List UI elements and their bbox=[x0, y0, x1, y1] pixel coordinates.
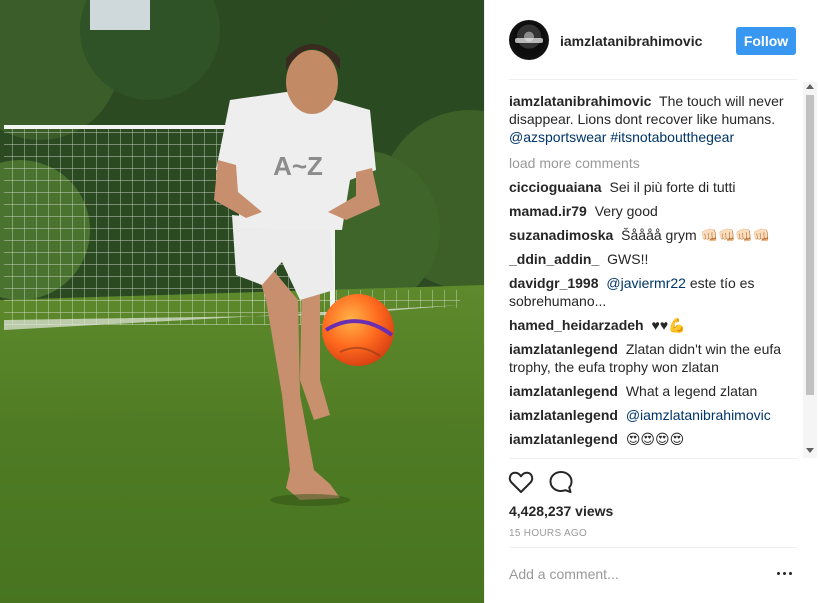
comment-text: ♥♥💪 bbox=[651, 317, 686, 333]
comment-item: iamzlatanlegend What a legend zlatan bbox=[509, 382, 797, 400]
speech-bubble-icon[interactable] bbox=[547, 468, 575, 496]
heart-icon[interactable] bbox=[507, 468, 535, 496]
scrollbar-thumb[interactable] bbox=[806, 95, 814, 395]
comment-text: What a legend zlatan bbox=[625, 383, 758, 399]
follow-button[interactable]: Follow bbox=[736, 27, 796, 55]
comments-list: iamzlatanibrahimovic The touch will neve… bbox=[509, 92, 797, 458]
comment-text: Šåååå grym 👊🏻👊🏻👊🏻👊🏻 bbox=[621, 227, 771, 243]
comment-item: hamed_heidarzadeh ♥♥💪 bbox=[509, 316, 797, 334]
comment-mention[interactable]: @iamzlatanibrahimovic bbox=[626, 407, 771, 423]
scroll-up-arrow-icon[interactable] bbox=[806, 84, 814, 89]
comment-mention[interactable]: @javiermr22 bbox=[606, 275, 686, 291]
ellipsis-icon[interactable] bbox=[775, 566, 795, 582]
scroll-down-arrow-icon[interactable] bbox=[806, 448, 814, 453]
load-more-comments-link[interactable]: load more comments bbox=[509, 154, 797, 172]
comment-item: davidgr_1998 @javiermr22 este tío es sob… bbox=[509, 274, 797, 310]
comment-username[interactable]: iamzlatanlegend bbox=[509, 383, 618, 399]
comment-text: Sei il più forte di tutti bbox=[609, 179, 736, 195]
comment-username[interactable]: iamzlatanlegend bbox=[509, 341, 618, 357]
post-video[interactable]: A~Z bbox=[0, 0, 484, 603]
comment-text: Very good bbox=[594, 203, 658, 219]
comment-item: iamzlatanlegend Zlatan didn't win the eu… bbox=[509, 340, 797, 376]
actions-divider bbox=[509, 458, 797, 459]
comment-item: ciccioguaiana Sei il più forte di tutti bbox=[509, 178, 797, 196]
comment-text: GWS!! bbox=[607, 251, 649, 267]
video-frame: A~Z bbox=[0, 0, 484, 603]
avatar[interactable] bbox=[509, 20, 549, 60]
comment-username[interactable]: davidgr_1998 bbox=[509, 275, 599, 291]
comment-item: suzanadimoska Šåååå grym 👊🏻👊🏻👊🏻👊🏻 bbox=[509, 226, 797, 244]
comment-item: _ddin_addin_ GWS!! bbox=[509, 250, 797, 268]
comment-username[interactable]: iamzlatanlegend bbox=[509, 431, 618, 447]
post-header: iamzlatanibrahimovic Follow bbox=[485, 0, 818, 80]
add-comment-input[interactable] bbox=[509, 562, 759, 586]
shirt-text: A~Z bbox=[273, 151, 323, 181]
post-timestamp[interactable]: 15 HOURS AGO bbox=[509, 528, 587, 539]
comment-username[interactable]: iamzlatanlegend bbox=[509, 407, 618, 423]
comment-item: iamzlatanlegend @iamzlatanibrahimovic bbox=[509, 406, 797, 424]
caption-username[interactable]: iamzlatanibrahimovic bbox=[509, 93, 651, 109]
post-caption: iamzlatanibrahimovic The touch will neve… bbox=[509, 92, 797, 146]
views-count: 4,428,237 views bbox=[509, 503, 614, 519]
header-username[interactable]: iamzlatanibrahimovic bbox=[560, 33, 702, 49]
comment-item: mamad.ir79 Very good bbox=[509, 202, 797, 220]
composer-divider bbox=[509, 547, 797, 548]
comment-username[interactable]: ciccioguaiana bbox=[509, 179, 602, 195]
post-sidebar: iamzlatanibrahimovic Follow iamzlatanibr… bbox=[484, 0, 818, 603]
header-divider bbox=[509, 79, 797, 80]
comment-username[interactable]: _ddin_addin_ bbox=[509, 251, 599, 267]
comments-scrollbar[interactable] bbox=[803, 82, 817, 458]
comment-text: 😍😍😍😍 bbox=[625, 431, 685, 447]
comment-username[interactable]: hamed_heidarzadeh bbox=[509, 317, 644, 333]
comment-username[interactable]: suzanadimoska bbox=[509, 227, 613, 243]
caption-tags[interactable]: @azsportswear #itsnotaboutthegear bbox=[509, 129, 734, 145]
comment-item: iamzlatanlegend 😍😍😍😍 bbox=[509, 430, 797, 448]
comment-username[interactable]: mamad.ir79 bbox=[509, 203, 587, 219]
